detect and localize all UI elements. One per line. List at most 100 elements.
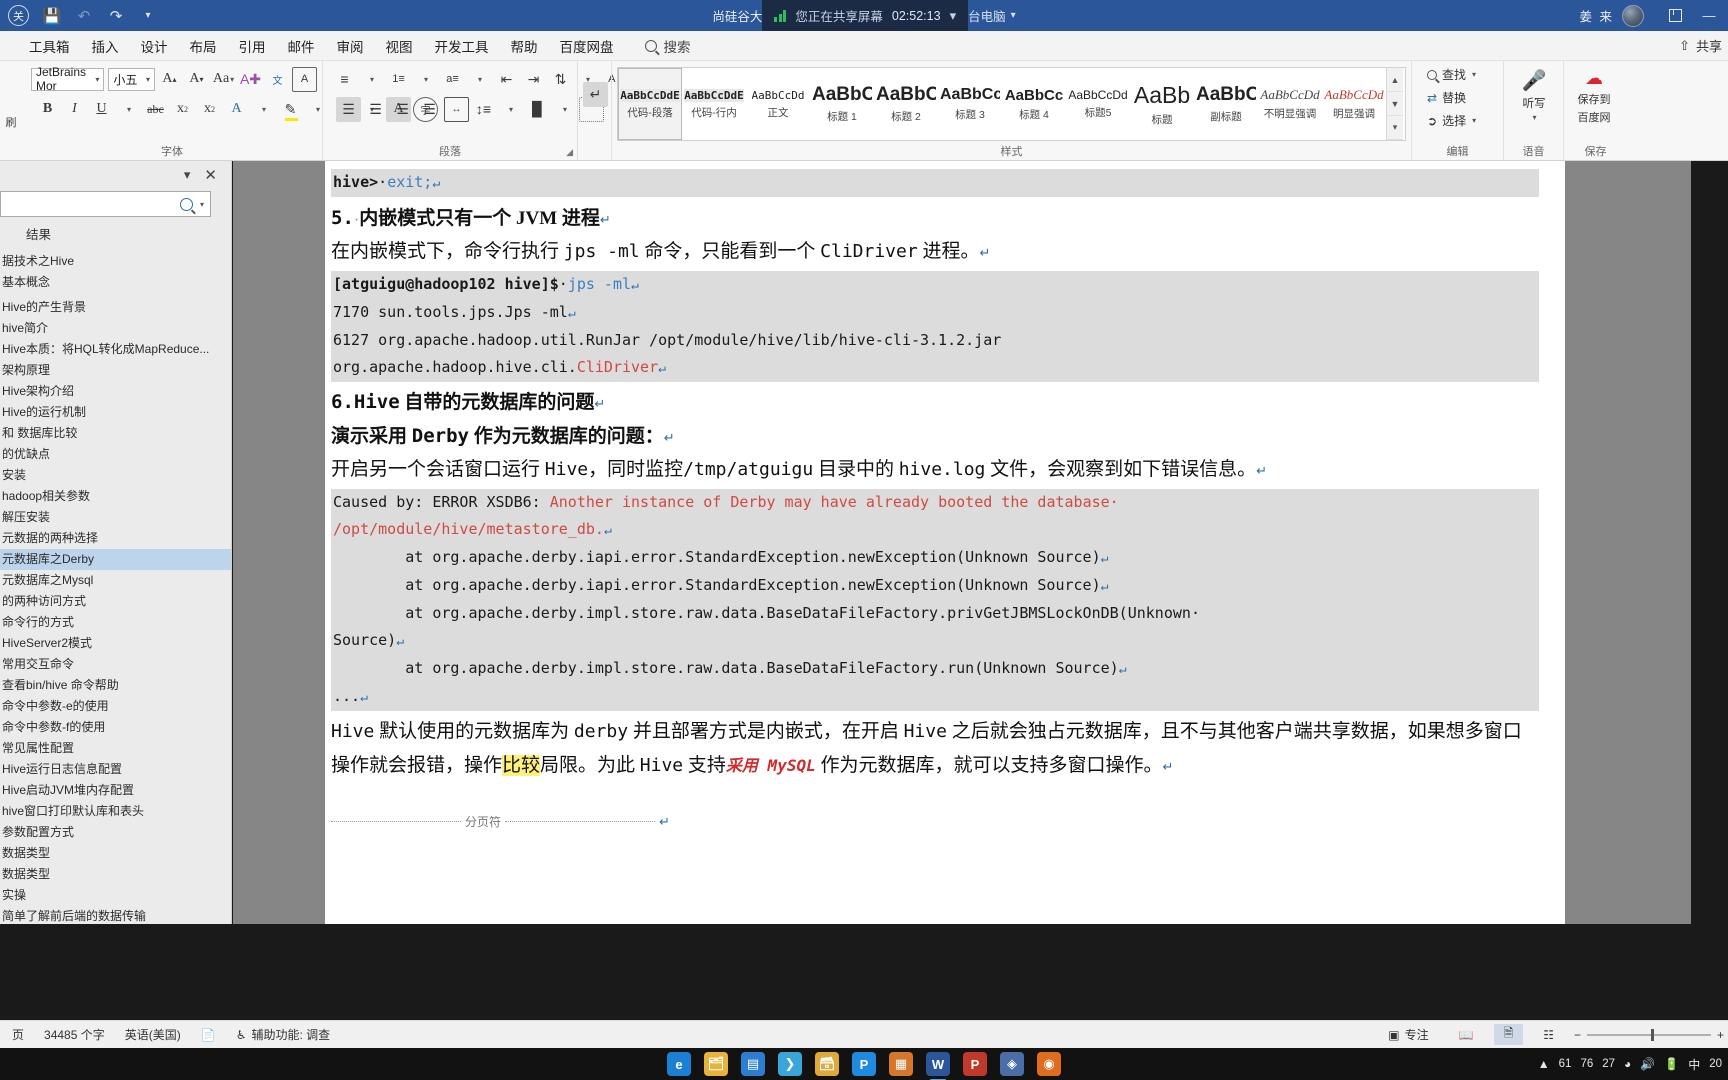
avatar[interactable] (1622, 4, 1644, 27)
navigation-item[interactable]: 数据类型 (0, 864, 231, 885)
bold-icon[interactable]: B (35, 97, 60, 122)
decrease-indent-icon[interactable]: ⇤ (494, 67, 519, 92)
tab-view[interactable]: 视图 (375, 32, 424, 60)
document-canvas[interactable]: hive>·exit;↵ 5.·内嵌模式只有一个 JVM 进程↵ 在内嵌模式下，… (233, 161, 1691, 924)
battery-icon[interactable]: 🔋 (1664, 1057, 1679, 1071)
dictate-button[interactable]: 🎤 听写 ▾ (1509, 64, 1559, 122)
paragraph-open-session[interactable]: 开启另一个会话窗口运行 Hive，同时监控/tmp/atguigu 目录中的 h… (331, 453, 1539, 487)
navigation-search-input[interactable]: ▾ (0, 191, 211, 217)
justify-icon[interactable]: ☰ (417, 97, 442, 122)
navigation-item[interactable]: hadoop相关参数 (0, 486, 231, 507)
navigation-item[interactable]: Hive启动JVM堆内存配置 (0, 780, 231, 801)
phone-link-icon[interactable]: ▤ (741, 1052, 765, 1076)
tab-help[interactable]: 帮助 (500, 32, 549, 60)
tab-mailings[interactable]: 邮件 (277, 32, 326, 60)
wifi-icon[interactable]: ◕ (1624, 1057, 1631, 1071)
navigation-item[interactable]: 查看bin/hive 命令帮助 (0, 675, 231, 696)
ime-icon[interactable]: 中 (1688, 1056, 1700, 1073)
taskbar-app-icons[interactable]: e 🗂 ▤ ❯ 🗃 P ▦ W P ◈ ◉ (667, 1052, 1061, 1076)
navigation-item[interactable]: hive简介 (0, 318, 231, 339)
account-name[interactable]: 姜 来 (1580, 6, 1614, 25)
line-spacing-dropdown-icon[interactable]: ▾ (498, 97, 523, 122)
share-label[interactable]: 共享 (1696, 36, 1722, 55)
underline-dropdown-icon[interactable]: ▾ (116, 97, 141, 122)
status-accessibility[interactable]: ♿ 辅助功能: 调查 (226, 1026, 340, 1043)
style-item-heading-5[interactable]: AaBbCcDd 标题5 (1066, 68, 1130, 140)
ribbon-display-options-icon[interactable] (1658, 0, 1692, 31)
folder-icon[interactable]: 🗃 (815, 1052, 839, 1076)
styles-gallery-scroll[interactable]: ▲ ▼ ▾ (1386, 68, 1403, 140)
undo-icon[interactable]: ↶ (69, 3, 99, 29)
navigation-item[interactable]: 元数据库之Derby (0, 549, 231, 570)
tab-baidu-netdisk[interactable]: 百度网盘 (549, 32, 625, 60)
multilevel-list-icon[interactable]: a≡ (440, 67, 465, 92)
chevron-down-icon[interactable]: ▾ (200, 200, 204, 209)
code-block-jps[interactable]: [atguigu@hadoop102 hive]$·jps -ml↵ 7170 … (331, 271, 1539, 382)
align-left-icon[interactable]: ☰ (336, 96, 361, 122)
align-center-icon[interactable]: ☰ (363, 97, 388, 122)
navigation-item[interactable]: 的优缺点 (0, 444, 231, 465)
tray-clock[interactable]: 20 (1709, 1058, 1722, 1070)
tab-developer[interactable]: 开发工具 (424, 32, 500, 60)
minimize-icon[interactable]: — (1692, 0, 1726, 31)
scroll-down-icon[interactable]: ▼ (1387, 92, 1403, 116)
tray-battery-value[interactable]: 61 (1559, 1058, 1572, 1070)
redo-icon[interactable]: ↷ (101, 3, 131, 29)
style-item-subtitle[interactable]: AaBbC 副标题 (1194, 68, 1258, 140)
grow-font-icon[interactable]: A ▴ (157, 67, 182, 92)
speaker-icon[interactable]: 🔊 (1640, 1057, 1655, 1071)
style-item-heading-4[interactable]: AaBbCc 标题 4 (1002, 68, 1066, 140)
file-explorer-icon[interactable]: 🗂 (704, 1052, 728, 1076)
close-doc-button[interactable]: 关 (8, 5, 29, 26)
line-spacing-icon[interactable]: ↕≡ (471, 97, 496, 122)
select-button[interactable]: ➲ 选择 ▾ (1423, 110, 1492, 131)
chevron-down-icon[interactable]: ▾ (950, 8, 957, 24)
sort-icon[interactable]: ⇅ (548, 67, 573, 92)
style-item-heading-3[interactable]: AaBbCc 标题 3 (938, 68, 1002, 140)
zoom-knob[interactable] (1651, 1028, 1655, 1041)
scroll-up-icon[interactable]: ▲ (1387, 68, 1403, 92)
editor-icon[interactable]: ▦ (889, 1052, 913, 1076)
document-page[interactable]: hive>·exit;↵ 5.·内嵌模式只有一个 JVM 进程↵ 在内嵌模式下，… (325, 161, 1565, 924)
navigation-item[interactable]: 数据类型 (0, 843, 231, 864)
navigation-item[interactable]: 和 数据库比较 (0, 423, 231, 444)
replace-button[interactable]: ⇄ 替换 (1423, 87, 1492, 108)
font-name-selector[interactable]: JetBrains Mor ▾ (31, 65, 105, 93)
chevron-up-icon[interactable]: ▲ (1538, 1057, 1550, 1071)
heading-5[interactable]: 5.·内嵌模式只有一个 JVM 进程↵ (331, 201, 1539, 235)
superscript-icon[interactable]: x2 (197, 97, 222, 122)
style-item-title[interactable]: AaBb 标题 (1130, 68, 1194, 140)
navigation-item[interactable]: 参数配置方式 (0, 822, 231, 843)
distribute-icon[interactable]: ↔ (444, 96, 469, 122)
tab-review[interactable]: 审阅 (326, 32, 375, 60)
navigation-item[interactable]: 据技术之Hive (0, 251, 231, 272)
terminal-icon[interactable]: ❯ (778, 1052, 802, 1076)
paragraph-conclusion[interactable]: Hive 默认使用的元数据库为 derby 并且部署方式是内嵌式，在开启 Hiv… (331, 715, 1539, 783)
character-border-icon[interactable]: A (292, 66, 317, 92)
search-box[interactable]: 搜索 (644, 36, 691, 56)
paragraph-embedded-mode[interactable]: 在内嵌模式下，命令行执行 jps -ml 命令，只能看到一个 CliDriver… (331, 235, 1539, 269)
tab-design[interactable]: 设计 (130, 32, 179, 60)
edge-icon[interactable]: e (667, 1052, 691, 1076)
focus-mode-button[interactable]: ▣ 专注 (1378, 1026, 1438, 1043)
word-icon[interactable]: W (926, 1052, 950, 1076)
status-language[interactable]: 英语(美国) (115, 1026, 191, 1043)
navigation-item[interactable]: HiveServer2模式 (0, 633, 231, 654)
shading-icon[interactable]: ▉ (525, 97, 550, 122)
navigation-tab-results[interactable]: 结果 (0, 217, 231, 247)
navigation-item[interactable]: Hive本质：将HQL转化成MapReduce... (0, 339, 231, 360)
phonetic-guide-icon[interactable]: 文 (265, 67, 290, 92)
find-button[interactable]: 查找 ▾ (1423, 64, 1492, 85)
navigation-item[interactable]: 命令行的方式 (0, 612, 231, 633)
paragraph-dialog-launcher[interactable]: ◢ (566, 147, 573, 158)
italic-icon[interactable]: I (62, 97, 87, 122)
style-item-body[interactable]: AaBbCcDd 正文 (746, 68, 810, 140)
underline-icon[interactable]: U (89, 97, 114, 122)
change-case-icon[interactable]: Aa ▾ (211, 67, 236, 92)
navigation-heading-list[interactable]: 据技术之Hive 基本概念 Hive的产生背景 hive简介 Hive本质：将HQL转化… (0, 247, 231, 927)
share-icon[interactable]: ⇧ (1679, 38, 1690, 54)
navigation-item[interactable]: 命令中参数-f的使用 (0, 717, 231, 738)
print-layout-icon[interactable]: 🗎 (1493, 1024, 1524, 1045)
navigation-item[interactable]: Hive的运行机制 (0, 402, 231, 423)
heading-derby-demo[interactable]: 演示采用 Derby 作为元数据库的问题：↵ (331, 419, 1539, 453)
